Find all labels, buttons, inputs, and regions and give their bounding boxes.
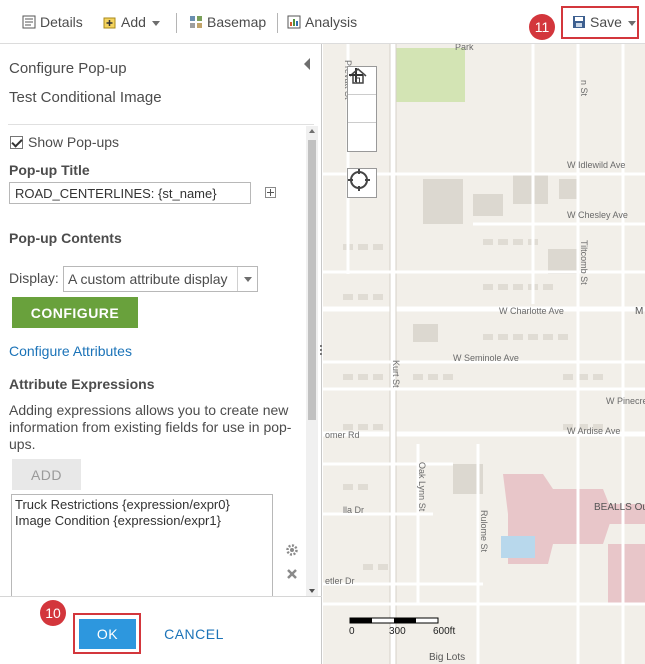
map-label-park: Park [455, 44, 474, 52]
map-label-ardise: W Ardise Ave [567, 426, 621, 436]
add-label: Add [121, 14, 146, 30]
layer-name: Test Conditional Image [9, 89, 162, 106]
scroll-up-arrow-icon[interactable] [309, 129, 315, 133]
chevron-down-icon [627, 20, 636, 26]
panel-title: Configure Pop-up [9, 60, 127, 77]
collapse-panel-icon[interactable] [304, 58, 310, 70]
configure-attributes-link[interactable]: Configure Attributes [9, 343, 132, 359]
step-badge-10: 10 [40, 600, 66, 626]
delete-icon[interactable] [286, 567, 298, 579]
configure-popup-panel: Configure Pop-up Test Conditional Image … [0, 44, 322, 664]
attribute-expressions-heading: Attribute Expressions [9, 376, 155, 392]
show-popups-toggle[interactable]: Show Pop-ups [10, 134, 119, 150]
step-badge-11: 11 [529, 14, 555, 40]
park-area [393, 48, 465, 102]
map-label-idlewild: W Idlewild Ave [567, 160, 626, 170]
chevron-down-icon [243, 276, 252, 282]
display-select[interactable]: A custom attribute display [63, 266, 258, 292]
divider [8, 124, 314, 125]
add-layer-icon [103, 15, 117, 29]
attribute-expressions-help: Adding expressions allows you to create … [9, 402, 292, 452]
popup-title-input[interactable] [9, 182, 251, 204]
gear-icon[interactable] [285, 543, 299, 557]
locate-button[interactable] [347, 168, 377, 198]
locate-icon [348, 169, 370, 191]
map-label-seminole: W Seminole Ave [453, 353, 519, 363]
list-item[interactable]: Truck Restrictions {expression/expr0} [15, 497, 269, 513]
basemap-icon [189, 15, 203, 29]
popup-title-heading: Pop-up Title [9, 162, 90, 178]
save-button[interactable]: Save [572, 12, 636, 32]
chevron-down-icon [151, 20, 160, 26]
map-label-lla: lla Dr [343, 505, 365, 515]
map-label-tiltcomb: Tiltcomb St [579, 240, 589, 285]
analysis-button[interactable]: Analysis [287, 12, 357, 32]
map-label-chesley: W Chesley Ave [567, 210, 628, 220]
scale-label-600: 600ft [433, 626, 456, 637]
floppy-disk-icon [572, 15, 586, 29]
map-label-biglots: Big Lots [429, 652, 466, 663]
toolbar: Details Add Basemap Analysis 11 Save [0, 0, 645, 44]
map-label-n-st: n St [579, 80, 589, 97]
map-label-m: M [635, 306, 644, 317]
details-button[interactable]: Details [22, 12, 83, 32]
save-label: Save [590, 14, 622, 30]
map-label-omer: omer Rd [325, 430, 360, 440]
map-label-charlotte: W Charlotte Ave [499, 306, 564, 316]
list-item[interactable]: Image Condition {expression/expr1} [15, 513, 269, 529]
panel-footer: 10 OK CANCEL [0, 596, 322, 664]
scrollbar-thumb[interactable] [308, 140, 316, 420]
map-label-kurt: Kurt St [391, 360, 401, 388]
display-dropdown-arrow[interactable] [237, 267, 257, 291]
analysis-label: Analysis [305, 14, 358, 30]
analysis-icon [287, 15, 301, 29]
basemap-button[interactable]: Basemap [189, 12, 266, 32]
show-popups-checkbox[interactable] [10, 135, 23, 149]
toolbar-divider [277, 13, 278, 33]
add-button[interactable]: Add [103, 12, 160, 32]
map-view[interactable]: Park W Idlewild Ave W Chesley Ave W Char… [323, 44, 645, 664]
expressions-list[interactable]: Truck Restrictions {expression/expr0} Im… [11, 494, 273, 596]
map-label-etler: etler Dr [325, 576, 355, 586]
map-label-oaklynn: Oak Lynn St [417, 462, 427, 512]
add-expression-button[interactable]: ADD [12, 459, 81, 490]
panel-scrollbar[interactable] [306, 126, 318, 596]
panel-content: Show Pop-ups Pop-up Title Pop-up Content… [0, 126, 306, 596]
home-button[interactable] [348, 68, 376, 123]
details-icon [22, 15, 36, 29]
water-hatch [501, 536, 535, 558]
show-popups-label: Show Pop-ups [28, 134, 120, 150]
zoom-out-button[interactable] [348, 74, 376, 151]
basemap-label: Basemap [207, 14, 267, 30]
map-label-pinecrest: W Pinecre [606, 396, 645, 406]
minus-icon [349, 74, 363, 76]
toolbar-divider [176, 13, 177, 33]
configure-button[interactable]: CONFIGURE [12, 297, 138, 328]
zoom-control [347, 66, 377, 152]
scale-bar: 0 300 600ft [349, 616, 455, 646]
scale-bar-graphic [349, 617, 439, 624]
display-select-value: A custom attribute display [68, 271, 228, 287]
details-label: Details [40, 14, 83, 30]
insert-field-icon[interactable] [265, 187, 276, 198]
scale-label-300: 300 [389, 626, 406, 637]
map-label-bealls: BEALLS Ou [594, 502, 645, 513]
ok-button[interactable]: OK [79, 619, 136, 649]
popup-contents-heading: Pop-up Contents [9, 230, 122, 246]
map-label-rulome: Rulome St [479, 510, 489, 553]
display-label: Display: [9, 270, 59, 286]
cancel-button[interactable]: CANCEL [156, 619, 232, 649]
scale-label-0: 0 [349, 626, 355, 637]
scroll-down-arrow-icon[interactable] [309, 589, 315, 593]
